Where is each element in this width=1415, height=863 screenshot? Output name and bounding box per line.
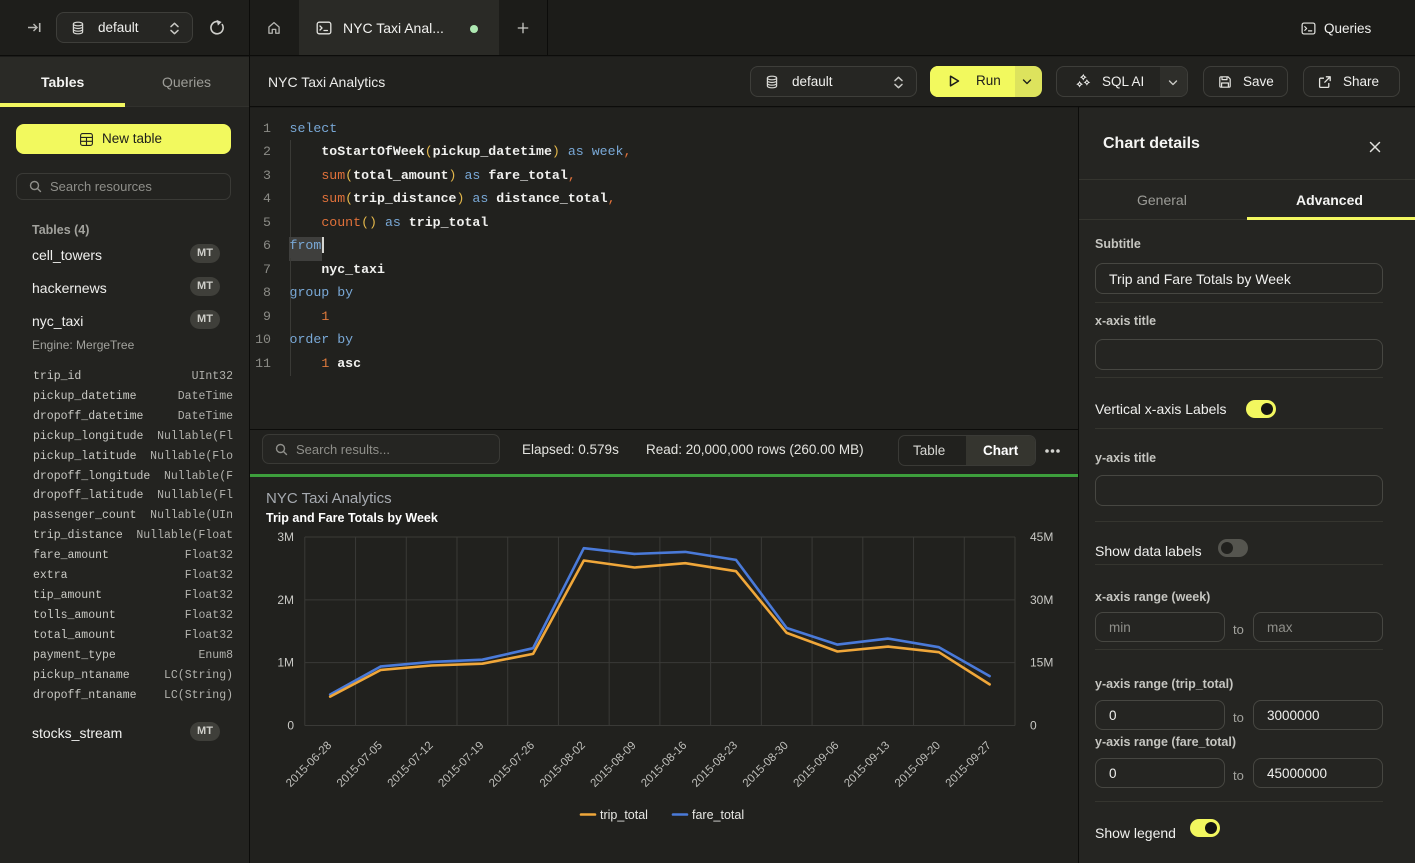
svg-text:3M: 3M <box>277 530 294 544</box>
svg-text:2015-09-06: 2015-09-06 <box>791 740 841 790</box>
svg-text:2M: 2M <box>277 593 294 607</box>
svg-text:2015-08-30: 2015-08-30 <box>741 740 791 790</box>
svg-text:2015-06-28: 2015-06-28 <box>284 740 334 790</box>
svg-text:Trip and Fare Totals by Week: Trip and Fare Totals by Week <box>266 511 438 525</box>
svg-text:2015-07-12: 2015-07-12 <box>386 740 436 790</box>
svg-text:1M: 1M <box>277 656 294 670</box>
svg-text:45M: 45M <box>1030 530 1053 544</box>
svg-text:2015-08-09: 2015-08-09 <box>589 740 639 790</box>
svg-text:fare_total: fare_total <box>692 808 744 822</box>
svg-text:15M: 15M <box>1030 656 1053 670</box>
svg-text:2015-07-19: 2015-07-19 <box>436 740 486 790</box>
svg-text:trip_total: trip_total <box>600 808 648 822</box>
svg-text:NYC Taxi Analytics: NYC Taxi Analytics <box>266 490 392 507</box>
svg-text:2015-09-13: 2015-09-13 <box>842 740 892 790</box>
svg-text:0: 0 <box>287 719 294 733</box>
svg-text:2015-08-16: 2015-08-16 <box>639 740 689 790</box>
svg-text:2015-07-05: 2015-07-05 <box>335 740 385 790</box>
svg-text:30M: 30M <box>1030 593 1053 607</box>
svg-text:0: 0 <box>1030 719 1037 733</box>
svg-text:2015-09-27: 2015-09-27 <box>944 740 994 790</box>
svg-text:2015-07-26: 2015-07-26 <box>487 740 537 790</box>
svg-text:2015-09-20: 2015-09-20 <box>893 740 943 790</box>
svg-text:2015-08-02: 2015-08-02 <box>538 740 588 790</box>
svg-text:2015-08-23: 2015-08-23 <box>690 740 740 790</box>
